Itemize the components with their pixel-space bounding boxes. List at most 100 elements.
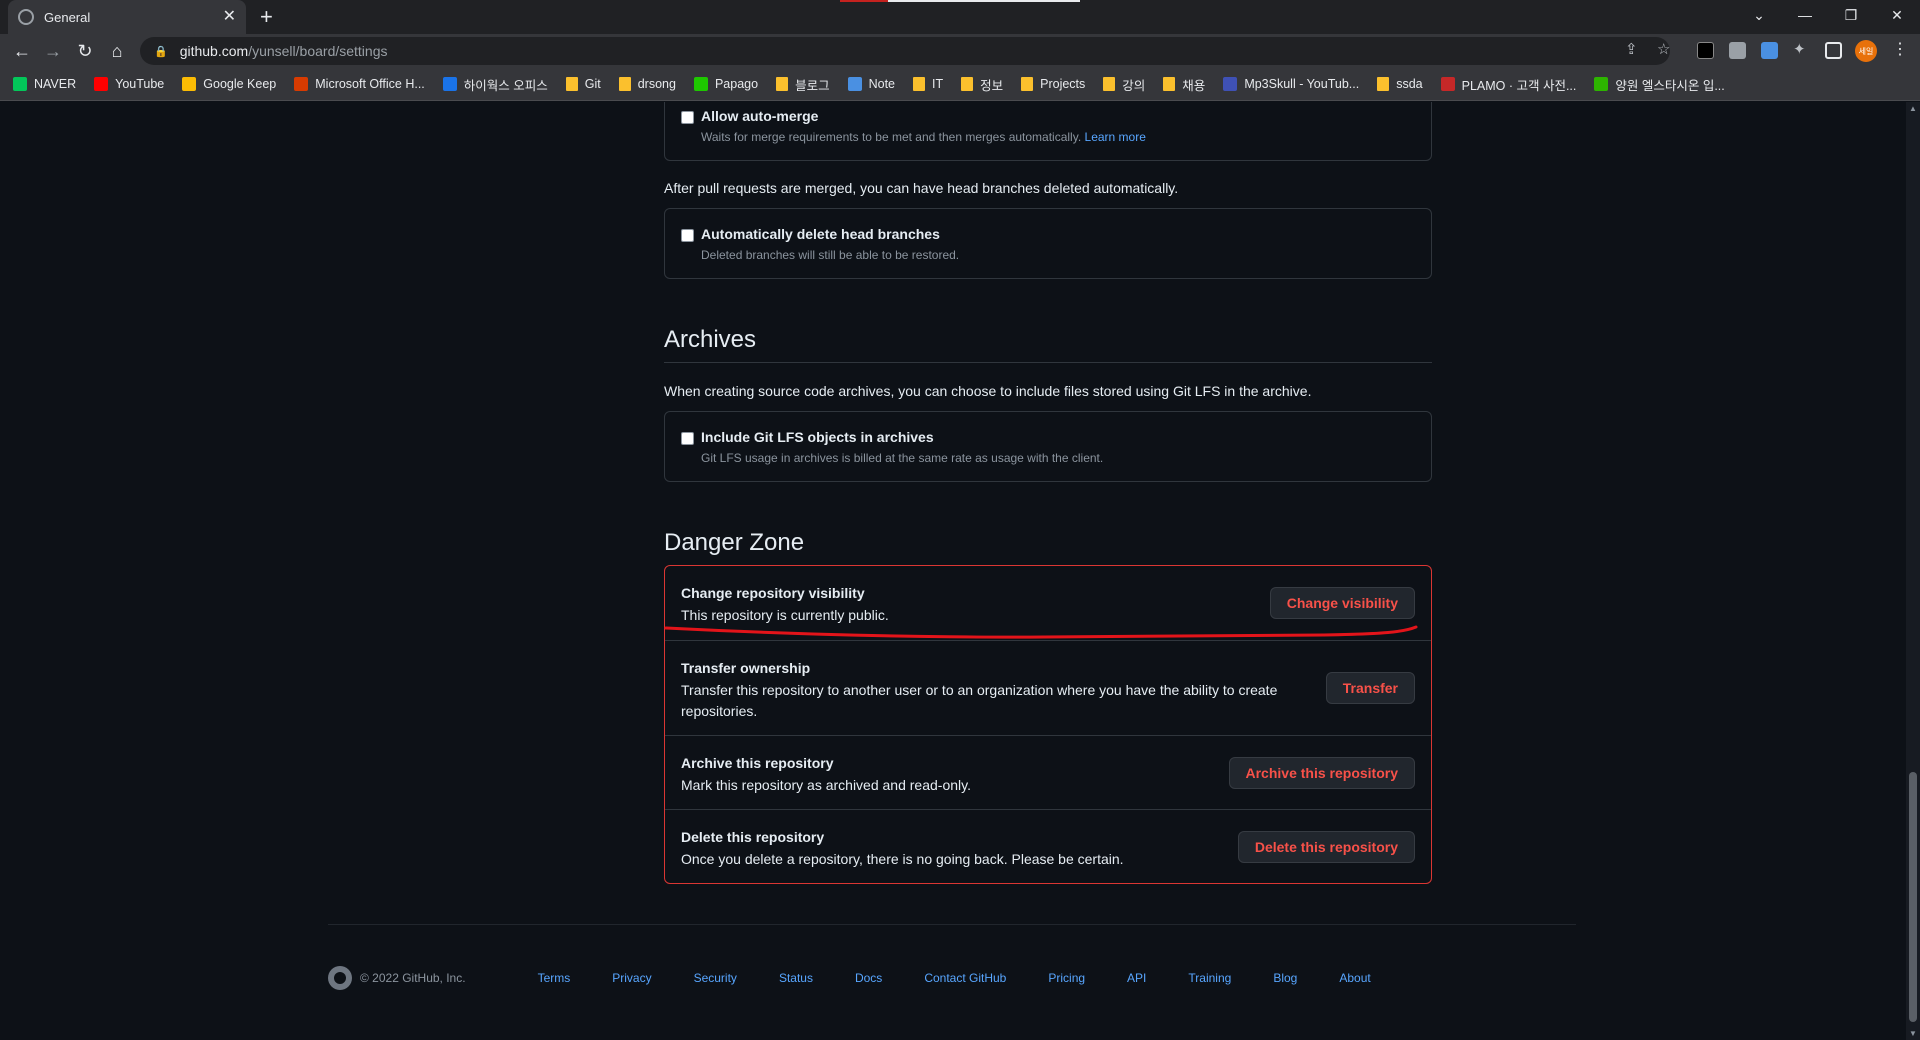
bookmark-item[interactable]: Git [565,77,601,91]
footer-link-about[interactable]: About [1339,971,1370,985]
site-favicon-icon [94,77,109,91]
back-icon[interactable]: ← [10,39,34,63]
restore-icon[interactable]: ❐ [1828,0,1874,30]
footer-link-security[interactable]: Security [694,971,737,985]
red-underline-annotation [664,625,1418,639]
transfer-button[interactable]: Transfer [1325,672,1415,704]
bookmark-star-icon[interactable]: ☆ [1657,40,1670,58]
folder-icon [1163,77,1176,91]
bookmark-label: Papago [714,77,759,91]
folder-icon [961,77,974,91]
footer-link-contact-github[interactable]: Contact GitHub [924,971,1006,985]
tab-close-icon[interactable]: ✕ [223,9,236,25]
delete-branches-desc: Deleted branches will still be able to b… [701,248,960,262]
printer-extension-icon[interactable] [1729,42,1746,59]
capture-extension-icon[interactable] [1761,42,1778,59]
footer-link-docs[interactable]: Docs [855,971,882,985]
bookmark-item[interactable]: drsong [618,77,676,91]
bookmark-label: Google Keep [203,77,277,91]
auto-merge-desc: Waits for merge requirements to be met a… [701,130,1146,144]
delete-repository-button[interactable]: Delete this repository [1237,831,1415,863]
lfs-label: Include Git LFS objects in archives [701,429,934,445]
bookmark-item[interactable]: 정보 [961,75,1003,94]
bookmark-label: Git [584,77,601,91]
learn-more-link[interactable]: Learn more [1085,130,1146,144]
bookmarks-bar: NAVER YouTube Google Keep Microsoft Office … [0,68,1920,101]
bookmark-item[interactable]: 하이웍스 오피스 [442,75,548,94]
footer-link-blog[interactable]: Blog [1273,971,1297,985]
new-tab-icon[interactable]: + [260,4,273,30]
footer-link-api[interactable]: API [1127,971,1146,985]
lfs-checkbox[interactable] [681,432,694,445]
danger-zone-box: Change repository visibility This reposi… [664,565,1432,884]
bookmark-item[interactable]: Google Keep [182,77,276,91]
footer-divider [328,924,1576,925]
bookmark-item[interactable]: Projects [1021,77,1085,91]
footer-link-pricing[interactable]: Pricing [1048,971,1085,985]
scroll-up-icon[interactable]: ▲ [1909,104,1917,113]
lock-icon[interactable]: 🔒 [154,45,168,58]
reload-icon[interactable]: ↻ [73,39,97,63]
footer-link-training[interactable]: Training [1188,971,1231,985]
close-window-icon[interactable]: ✕ [1874,0,1920,30]
bookmark-item[interactable]: NAVER [13,77,76,91]
tab-search-icon[interactable]: ⌄ [1736,0,1782,30]
terminal-extension-icon[interactable] [1697,42,1714,59]
site-favicon-icon [442,77,457,91]
bookmark-item[interactable]: Papago [693,77,759,91]
profile-avatar[interactable]: 세일 [1855,40,1877,62]
danger-zone-heading: Danger Zone [664,529,805,556]
footer-link-privacy[interactable]: Privacy [612,971,651,985]
bookmark-item[interactable]: YouTube [94,77,164,91]
site-favicon-icon [1440,77,1455,91]
extensions-puzzle-icon[interactable]: ✦ [1793,40,1806,58]
page-scrollbar[interactable]: ▲ ▼ [1906,102,1920,1040]
bookmark-label: Mp3Skull - YouTub... [1244,77,1360,91]
footer-link-status[interactable]: Status [779,971,813,985]
site-favicon-icon [847,77,862,91]
site-favicon-icon [13,77,27,91]
bookmark-label: 양원 엘스타시온 입... [1615,78,1725,93]
share-icon[interactable]: ⇪ [1625,40,1638,58]
delete-branches-option: Automatically delete head branches Delet… [681,226,959,262]
footer-link-terms[interactable]: Terms [538,971,571,985]
bookmark-item[interactable]: 블로그 [776,75,830,94]
site-favicon-icon [294,77,309,91]
folder-icon [913,77,925,91]
bookmark-item[interactable]: Mp3Skull - YouTub... [1223,77,1359,91]
bookmark-item[interactable]: 강의 [1103,75,1145,94]
bookmark-label: ssda [1396,77,1423,91]
browser-menu-icon[interactable]: ⋮ [1892,39,1908,59]
url-path: /yunsell/board/settings [248,43,388,59]
github-logo-icon[interactable] [328,966,352,990]
bookmark-label: Microsoft Office H... [315,77,425,91]
change-visibility-button[interactable]: Change visibility [1269,587,1415,619]
folder-icon [1021,77,1034,91]
bookmark-item[interactable]: 채용 [1163,75,1205,94]
bookmark-item[interactable]: Microsoft Office H... [294,77,425,91]
auto-merge-checkbox[interactable] [681,111,694,124]
address-bar[interactable]: 🔒 github.com/yunsell/board/settings [140,37,1670,65]
bookmark-item[interactable]: ssda [1377,77,1423,91]
folder-icon [565,77,578,91]
bookmark-item[interactable]: 양원 엘스타시온 입... [1594,75,1725,94]
minimize-icon[interactable]: — [1782,0,1828,30]
scroll-down-icon[interactable]: ▼ [1909,1029,1917,1038]
bookmark-item[interactable]: PLAMO · 고객 사전... [1440,75,1576,94]
tab-general[interactable]: General ✕ [8,0,246,34]
delete-branches-label: Automatically delete head branches [701,226,940,242]
bookmark-item[interactable]: IT [913,77,943,91]
site-favicon-icon [182,77,197,91]
delete-branches-checkbox[interactable] [681,229,694,242]
archive-repository-button[interactable]: Archive this repository [1228,757,1415,789]
forward-icon[interactable]: → [41,39,65,63]
bookmark-item[interactable]: Note [847,77,895,91]
side-panel-icon[interactable] [1825,42,1842,59]
load-progress-white [888,0,1080,2]
footer: © 2022 GitHub, Inc. Terms Privacy Security… [328,966,1576,990]
load-progress-red [840,0,888,2]
home-icon[interactable]: ⌂ [105,39,129,63]
archives-text: When creating source code archives, you … [664,383,1312,399]
folder-icon [618,77,631,91]
scrollbar-thumb[interactable] [1909,772,1917,1022]
